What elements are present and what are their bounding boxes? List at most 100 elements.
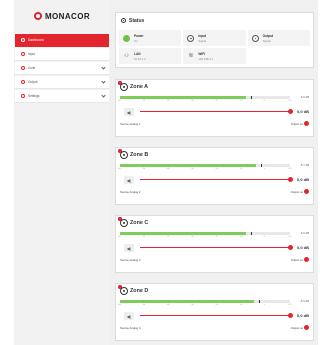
meter-tick-label: 0 bbox=[263, 168, 265, 170]
volume-row: ◀︎) 0,0 dB bbox=[120, 243, 309, 254]
logo-text: MONACOR bbox=[44, 11, 91, 21]
output-toggle[interactable] bbox=[304, 189, 309, 194]
status-title-text: Status bbox=[129, 17, 145, 24]
meter-value: -5.7 dB bbox=[299, 163, 309, 167]
volume-row: ◀︎) 0,0 dB bbox=[120, 311, 309, 322]
meter-fill bbox=[120, 300, 255, 303]
meter-tick-label: -50 bbox=[142, 236, 146, 238]
source-label[interactable]: Source Analog 1 bbox=[120, 122, 141, 126]
zone-footer: Source Analog 2 Output on bbox=[120, 188, 309, 196]
volume-value: 0,0 dB bbox=[296, 245, 309, 250]
sidebar-item-settings[interactable]: Settings bbox=[15, 90, 109, 103]
source-label[interactable]: Source Analog 2 bbox=[120, 190, 141, 194]
info-icon bbox=[121, 18, 126, 23]
output-icon bbox=[21, 80, 25, 84]
meter-tick-label: -50 bbox=[142, 304, 146, 306]
zone-header: Zone D bbox=[116, 284, 313, 298]
zone-footer: Source Analog 3 Output on bbox=[120, 256, 309, 264]
mute-button[interactable]: ◀︎) bbox=[124, 312, 134, 320]
meter-tick-label: -10 bbox=[239, 304, 243, 306]
sidebar-item-label: Settings bbox=[28, 94, 40, 98]
output-label: Output on bbox=[290, 258, 303, 262]
volume-slider-handle[interactable] bbox=[287, 109, 293, 114]
sidebar: MONACOR Dashboard Input Zone Output Sett… bbox=[14, 0, 110, 345]
volume-slider-handle[interactable] bbox=[287, 313, 293, 318]
status-input: Input Signal bbox=[183, 30, 246, 46]
status-label: Output bbox=[262, 33, 274, 38]
source-label[interactable]: Source Analog 4 bbox=[120, 326, 141, 330]
zone-card-d: Zone D -5.9 dB -60 -50 -40 -30 -20 -10 0 +10 ◀︎… bbox=[115, 283, 314, 341]
volume-slider[interactable] bbox=[140, 177, 293, 182]
meter-tick-label: -60 bbox=[118, 100, 121, 102]
volume-value: 0,0 dB bbox=[296, 109, 309, 114]
volume-slider-handle[interactable] bbox=[287, 177, 293, 182]
zone-icon bbox=[120, 151, 128, 159]
monacor-logo-icon bbox=[33, 12, 42, 20]
chevron-down-icon bbox=[101, 92, 106, 98]
meter-tick-label: -30 bbox=[190, 304, 194, 306]
meter-tick-label: -10 bbox=[239, 236, 243, 238]
status-card: Status Power On Input Signal Output Signal … bbox=[115, 12, 314, 68]
meter-tick-label: -60 bbox=[118, 304, 121, 306]
meter-tick-label: -40 bbox=[166, 168, 170, 170]
wifi-icon: ≋ bbox=[188, 52, 194, 59]
meter-track bbox=[120, 164, 290, 167]
volume-slider[interactable] bbox=[140, 109, 293, 114]
chevron-down-icon bbox=[101, 78, 106, 84]
sidebar-item-zone[interactable]: Zone bbox=[15, 62, 109, 75]
output-toggle[interactable] bbox=[304, 121, 309, 126]
meter-fill bbox=[120, 96, 246, 99]
status-label: LAN bbox=[134, 51, 141, 56]
zone-card-b: Zone B -5.7 dB -60 -50 -40 -30 -20 -10 0 +10 ◀︎… bbox=[115, 147, 314, 205]
sidebar-nav: Dashboard Input Zone Output Settings bbox=[14, 34, 110, 103]
status-title: Status bbox=[116, 13, 313, 28]
meter-tick-label: -30 bbox=[190, 236, 194, 238]
source-label[interactable]: Source Analog 3 bbox=[120, 258, 141, 262]
status-power: Power On bbox=[119, 30, 182, 46]
volume-row: ◀︎) 0,0 dB bbox=[120, 107, 309, 118]
volume-slider[interactable] bbox=[140, 313, 293, 318]
mute-button[interactable]: ◀︎) bbox=[124, 176, 134, 184]
meter-track bbox=[120, 232, 290, 235]
sidebar-item-dashboard[interactable]: Dashboard bbox=[15, 34, 109, 47]
meter-tick-label: +10 bbox=[288, 304, 292, 306]
zone-header: Zone B bbox=[116, 148, 313, 162]
meter-tick-label: -30 bbox=[190, 100, 194, 102]
meter-peak bbox=[259, 300, 261, 303]
meter-tick-label: -20 bbox=[215, 304, 219, 306]
gear-icon bbox=[21, 94, 25, 98]
zone-header: Zone C bbox=[116, 216, 313, 230]
meter-peak bbox=[250, 232, 252, 235]
volume-slider-handle[interactable] bbox=[287, 245, 293, 250]
meter-tick-label: -40 bbox=[166, 236, 170, 238]
meter-fill bbox=[120, 232, 246, 235]
meter-value: -6.6 dB bbox=[299, 95, 309, 99]
output-toggle[interactable] bbox=[304, 257, 309, 262]
output-label: Output on bbox=[290, 122, 303, 126]
status-grid: Power On Input Signal Output Signal ⚇ LAN 10… bbox=[119, 30, 310, 64]
status-value: On bbox=[134, 38, 138, 43]
status-value: 10.10.1.1 bbox=[134, 56, 146, 61]
zone-card-c: Zone C -6.6 dB -60 -50 -40 -30 -20 -10 0 +10 ◀︎… bbox=[115, 215, 314, 273]
status-label: Power bbox=[134, 33, 144, 38]
status-output: Output Signal bbox=[247, 30, 310, 46]
input-icon bbox=[21, 52, 25, 56]
output-toggle[interactable] bbox=[304, 325, 309, 330]
status-label: WiFi bbox=[198, 51, 206, 56]
meter-track bbox=[120, 96, 290, 99]
volume-slider[interactable] bbox=[140, 245, 293, 250]
power-led-icon bbox=[123, 34, 130, 42]
output-icon bbox=[251, 34, 259, 42]
meter-tick-label: -40 bbox=[166, 100, 170, 102]
zone-header: Zone A bbox=[116, 80, 313, 94]
sidebar-item-input[interactable]: Input bbox=[15, 48, 109, 61]
meter-tick-label: 0 bbox=[263, 100, 265, 102]
meter-tick-label: -50 bbox=[142, 168, 146, 170]
zone-icon bbox=[120, 287, 128, 295]
meter-tick-label: -60 bbox=[118, 168, 121, 170]
mute-button[interactable]: ◀︎) bbox=[124, 108, 134, 116]
meter-scale: -60 -50 -40 -30 -20 -10 0 +10 bbox=[118, 100, 309, 104]
status-value: 192.168.4.1 bbox=[198, 56, 214, 61]
sidebar-item-output[interactable]: Output bbox=[15, 76, 109, 89]
mute-button[interactable]: ◀︎) bbox=[124, 244, 134, 252]
